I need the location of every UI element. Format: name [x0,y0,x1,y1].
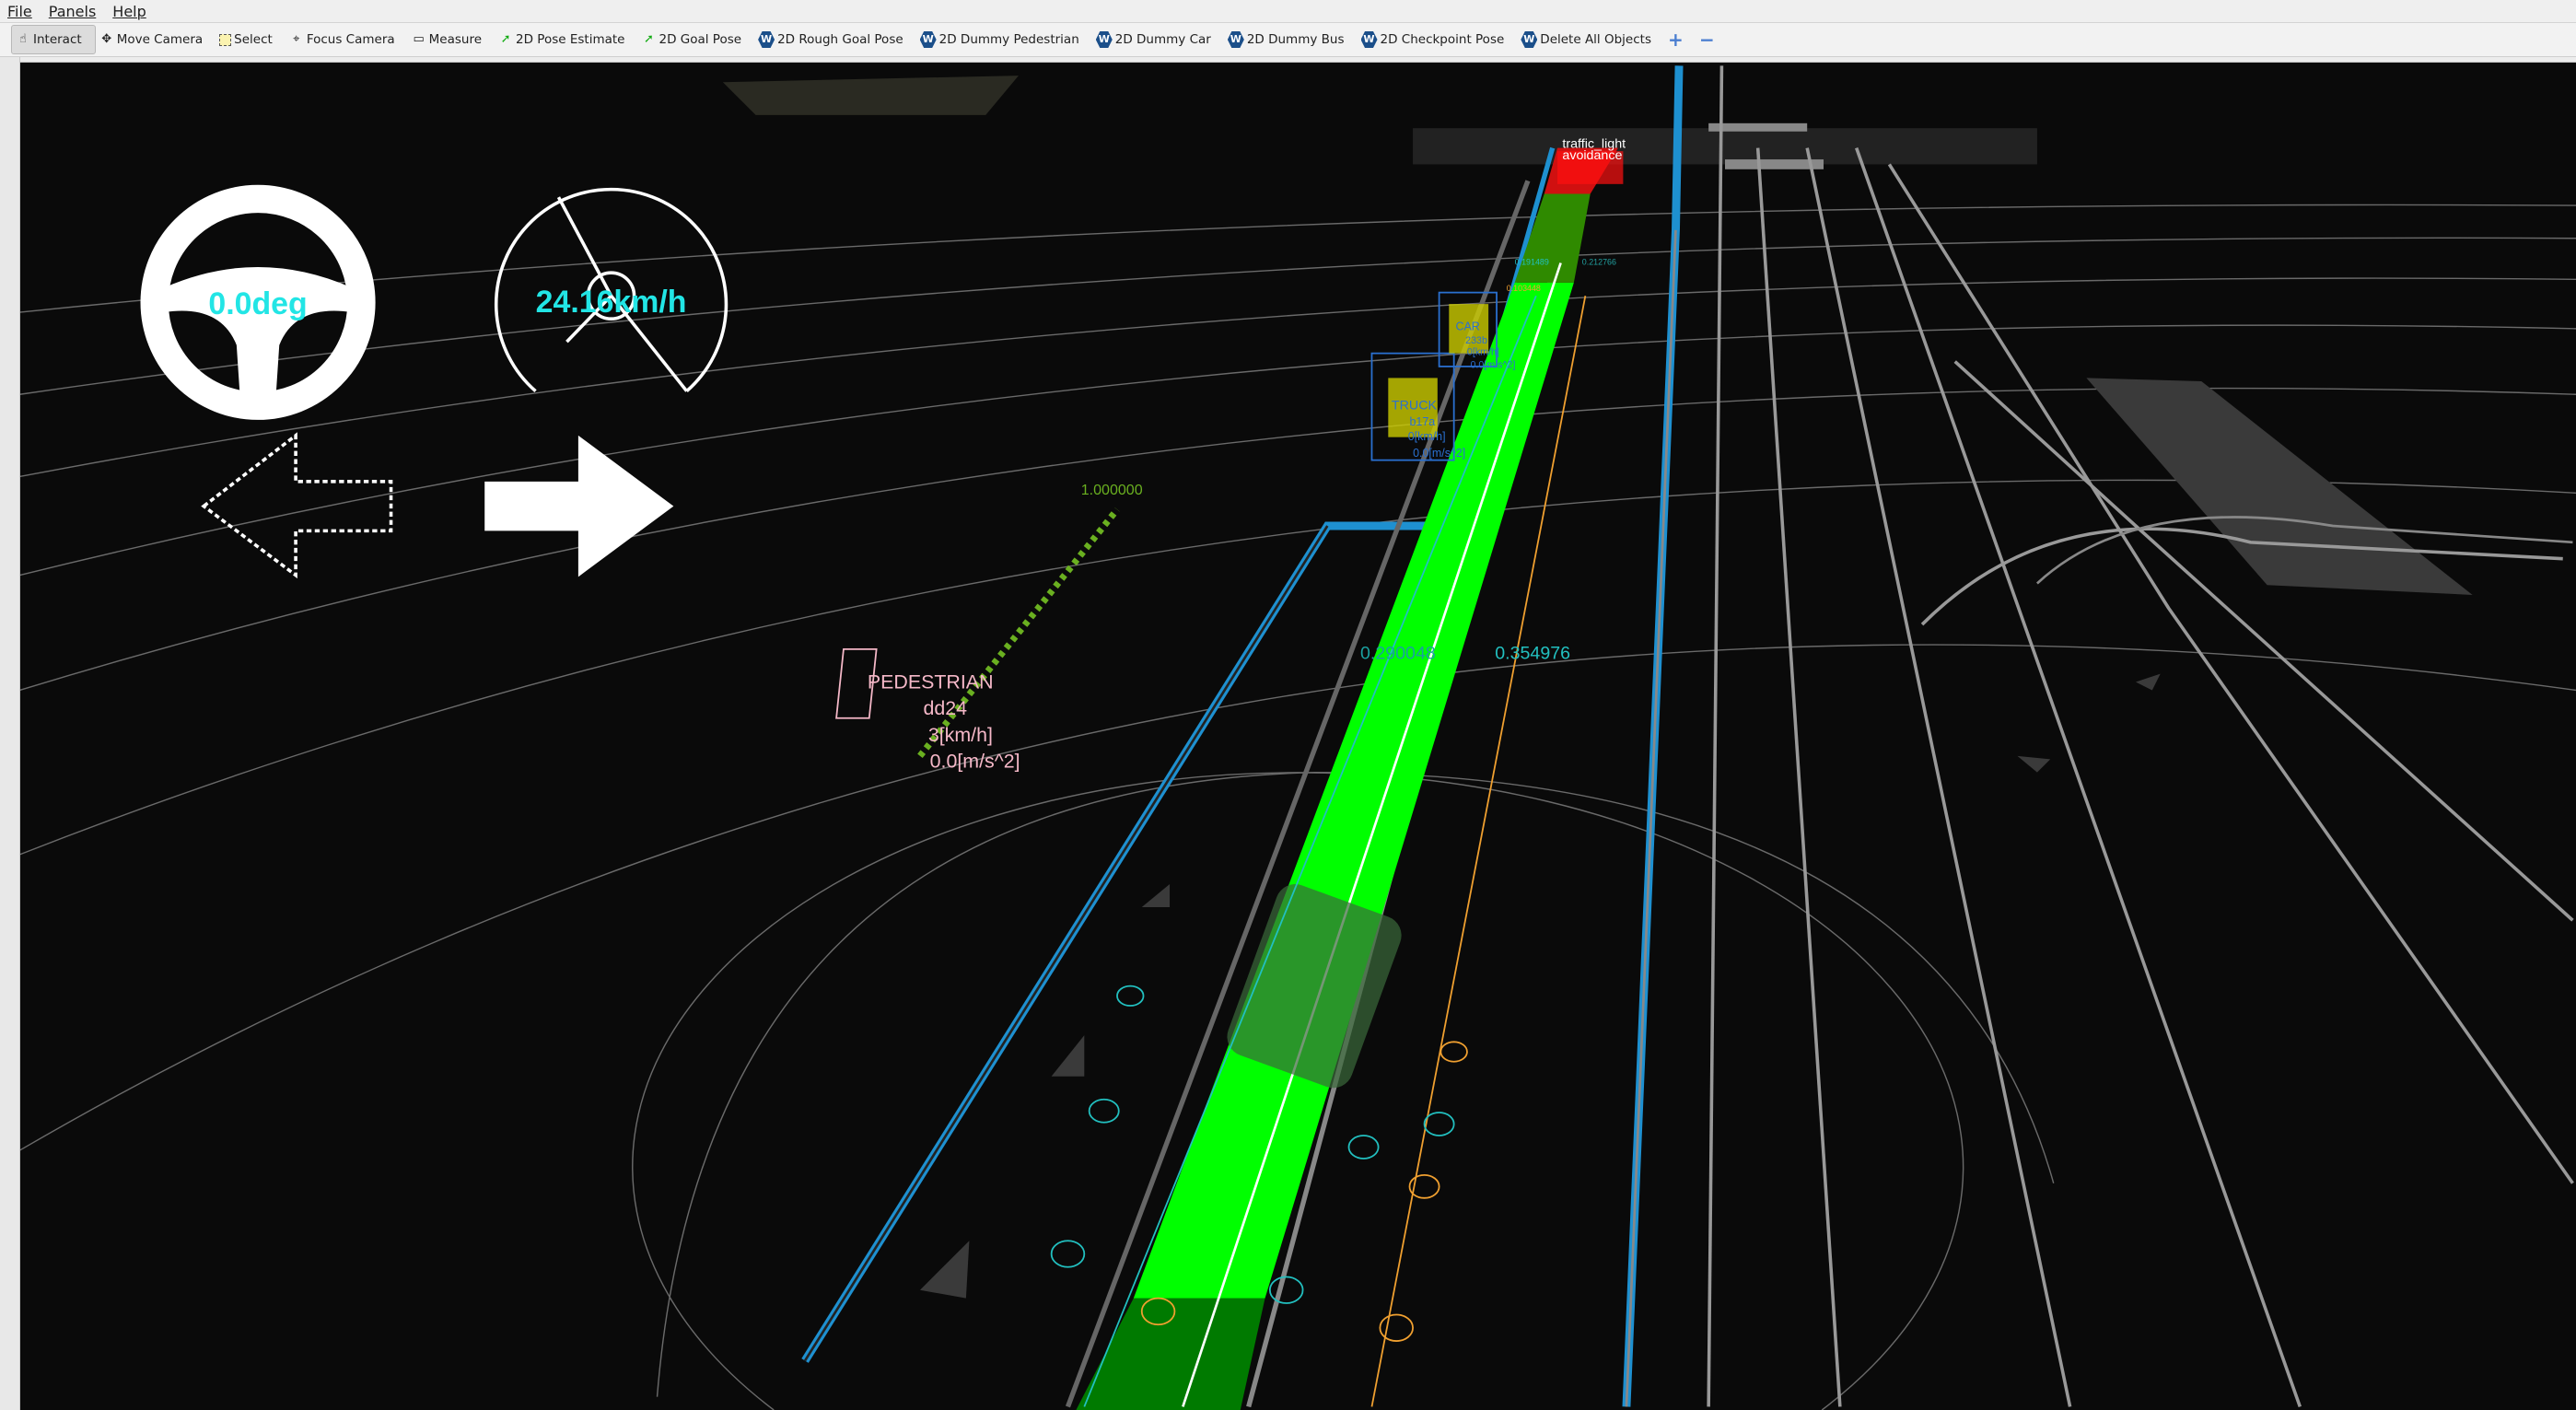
car-acceleration: 0.0[m/s^2] [1471,360,1516,371]
speed-readout: 24.16km/h [536,285,687,320]
tool-label: 2D Rough Goal Pose [777,32,903,47]
menu-panels[interactable]: Panels [49,3,97,20]
3d-viewport[interactable]: traffic_light avoidance 1.000000 0.29004… [0,0,2576,1410]
tool-label: 2D Goal Pose [659,32,742,47]
tool-2d-checkpoint-pose[interactable]: W 2D Checkpoint Pose [1358,25,1518,54]
select-icon [219,33,232,46]
tool-2d-rough-goal-pose[interactable]: W 2D Rough Goal Pose [754,25,916,54]
tool-label: 2D Pose Estimate [516,32,625,47]
tool-2d-dummy-car[interactable]: W 2D Dummy Car [1092,25,1224,54]
add-tool-button[interactable]: + [1664,25,1696,54]
tool-label: 2D Dummy Pedestrian [938,32,1079,47]
truck-id: b17a [1410,415,1436,428]
tool-label: 2D Dummy Bus [1246,32,1345,47]
autoware-icon: W [919,31,937,48]
remove-tool-button[interactable]: − [1696,25,1727,54]
minus-icon: − [1698,29,1715,51]
car-type: CAR [1455,320,1479,333]
value-label: 0.103448 [1507,284,1541,293]
tool-bar: ☝ Interact ✥ Move Camera Select ⌖ Focus Cam… [0,22,2576,57]
value-label: 0.290048 [1360,644,1436,664]
tool-move-camera[interactable]: ✥ Move Camera [96,25,216,54]
autoware-icon: W [758,31,775,48]
pedestrian-acceleration: 0.0[m/s^2] [930,750,1020,772]
tool-label: Move Camera [116,32,204,47]
avoidance-label: avoidance [1562,148,1622,163]
pedestrian-id: dd24 [923,697,967,719]
steering-angle: 0.0deg [208,286,307,321]
tool-label: 2D Checkpoint Pose [1380,32,1505,47]
truck-velocity: 0[km/h] [1408,430,1446,443]
tool-2d-goal-pose[interactable]: ➚ 2D Goal Pose [638,25,755,54]
truck-type: TRUCK [1392,398,1438,413]
tool-label: Measure [428,32,483,47]
car-velocity: 0[km/h] [1467,346,1499,357]
tool-label: Interact [33,32,82,47]
pedestrian-type: PEDESTRIAN [868,671,994,693]
autoware-icon: W [1521,31,1538,48]
green-arrow-icon: ➚ [500,32,511,46]
autoware-icon: W [1227,31,1244,48]
car-id: 233b [1465,335,1487,346]
tool-measure[interactable]: ▭ Measure [408,25,495,54]
hand-icon: ☝ [19,32,27,46]
green-arrow-icon: ➚ [644,32,654,46]
collapsed-side-panel[interactable] [0,57,20,1410]
tool-label: Focus Camera [306,32,395,47]
autoware-icon: W [1360,31,1378,48]
tool-select[interactable]: Select [216,25,286,54]
tool-2d-dummy-pedestrian[interactable]: W 2D Dummy Pedestrian [916,25,1092,54]
tool-delete-all-objects[interactable]: W Delete All Objects [1517,25,1664,54]
pedestrian-velocity: 3[km/h] [928,724,993,746]
value-label: 1.000000 [1081,482,1143,498]
tool-2d-pose-estimate[interactable]: ➚ 2D Pose Estimate [495,25,637,54]
menu-bar: File Panels Help [0,0,2576,22]
plus-icon: + [1667,29,1684,51]
menu-help[interactable]: Help [112,3,146,20]
ruler-icon: ▭ [413,32,425,46]
truck-acceleration: 0.0[m/s^2] [1413,447,1465,460]
value-label: 0.354976 [1495,644,1570,664]
focus-icon: ⌖ [293,32,300,46]
autoware-icon: W [1095,31,1113,48]
menu-file[interactable]: File [7,3,32,20]
tool-label: Select [234,32,273,47]
value-label: 0.191489 [1515,257,1549,266]
value-label: 0.212766 [1582,257,1616,266]
move-icon: ✥ [101,32,112,46]
tool-interact[interactable]: ☝ Interact [11,25,96,54]
tool-focus-camera[interactable]: ⌖ Focus Camera [286,25,408,54]
tool-2d-dummy-bus[interactable]: W 2D Dummy Bus [1224,25,1358,54]
tool-label: 2D Dummy Car [1114,32,1211,47]
tool-label: Delete All Objects [1540,32,1651,47]
